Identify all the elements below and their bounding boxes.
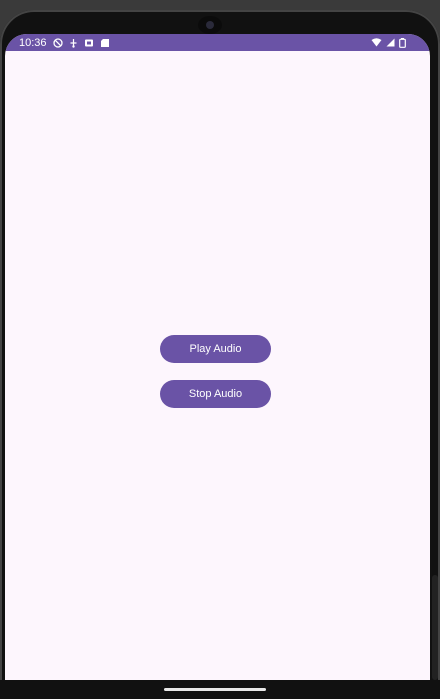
usb-icon bbox=[69, 38, 78, 48]
status-bar-left: 10:36 bbox=[5, 37, 110, 49]
notification-icon bbox=[84, 38, 94, 48]
wifi-icon bbox=[371, 38, 382, 47]
scrollbar[interactable] bbox=[432, 575, 438, 680]
do-not-disturb-icon bbox=[52, 37, 63, 48]
signal-icon bbox=[386, 38, 395, 47]
play-audio-button[interactable]: Play Audio bbox=[160, 335, 271, 363]
device-stage: 10:36 Play Audio Stop Audio bbox=[0, 0, 440, 699]
home-indicator[interactable] bbox=[164, 688, 266, 691]
status-bar: 10:36 bbox=[5, 34, 430, 51]
battery-icon bbox=[399, 37, 406, 48]
front-camera bbox=[198, 16, 222, 34]
sd-card-icon bbox=[100, 38, 110, 48]
phone-frame: 10:36 Play Audio Stop Audio bbox=[0, 10, 440, 699]
stop-audio-button[interactable]: Stop Audio bbox=[160, 380, 271, 408]
status-time: 10:36 bbox=[19, 36, 47, 49]
app-screen: 10:36 Play Audio Stop Audio bbox=[5, 34, 430, 698]
status-bar-right bbox=[371, 37, 430, 48]
navigation-bar bbox=[0, 680, 440, 699]
